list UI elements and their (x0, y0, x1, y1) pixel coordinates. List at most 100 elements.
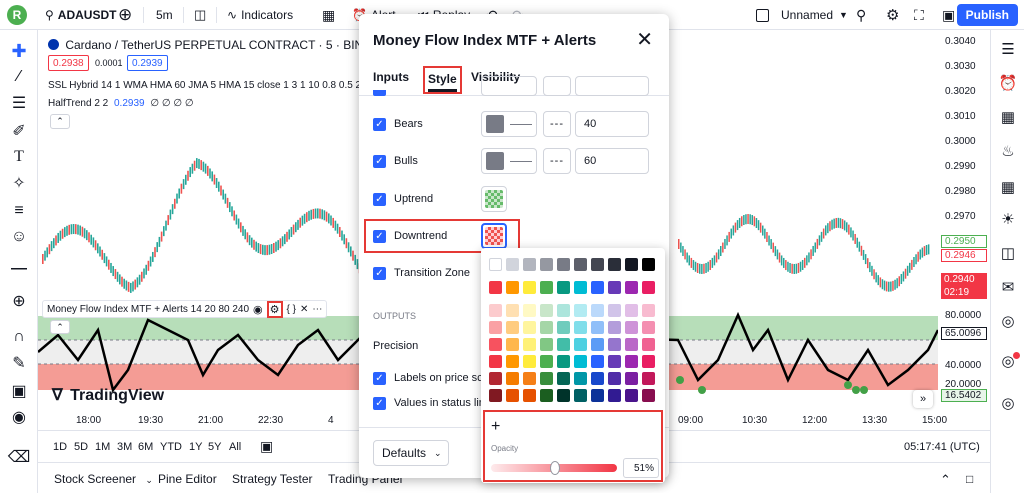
utc-clock[interactable]: 05:17:41 (UTC) (904, 441, 980, 453)
pencil-lock-icon[interactable]: ✎ (8, 352, 30, 374)
palette-color-swatch[interactable] (608, 355, 621, 368)
gear-icon[interactable]: ⚙ (886, 0, 899, 30)
palette-color-swatch[interactable] (625, 355, 638, 368)
downtrend-color-button[interactable] (481, 223, 507, 249)
palette-color-swatch[interactable] (608, 372, 621, 385)
transition-checkbox[interactable]: ✓ (373, 266, 386, 280)
range-ytd[interactable]: YTD (160, 441, 182, 453)
chat-icon[interactable]: ✉ (997, 276, 1019, 298)
palette-color-swatch[interactable] (489, 372, 502, 385)
palette-color-swatch[interactable] (506, 355, 519, 368)
layout-button[interactable]: Unnamed ▼ (756, 0, 848, 30)
fullscreen-icon[interactable]: ⛶ (914, 0, 924, 30)
palette-color-swatch[interactable] (489, 355, 502, 368)
palette-color-swatch[interactable] (523, 258, 536, 271)
checkbox-partial[interactable] (373, 90, 386, 96)
range-1m[interactable]: 1M (95, 441, 110, 453)
settings-gear-icon[interactable]: ⚙ (266, 300, 283, 318)
palette-color-swatch[interactable] (574, 258, 587, 271)
bears-line-style-button[interactable]: --- (543, 111, 571, 137)
palette-color-swatch[interactable] (540, 281, 553, 294)
collapse-pane-icon[interactable]: ⌃ (50, 320, 70, 334)
tab-strategy-tester[interactable]: Strategy Tester (232, 472, 312, 486)
palette-color-swatch[interactable] (625, 372, 638, 385)
palette-color-swatch[interactable] (557, 372, 570, 385)
palette-color-swatch[interactable] (540, 321, 553, 334)
palette-color-swatch[interactable] (591, 355, 604, 368)
palette-color-swatch[interactable] (506, 321, 519, 334)
palette-color-swatch[interactable] (608, 258, 621, 271)
palette-color-swatch[interactable] (625, 281, 638, 294)
palette-color-swatch[interactable] (625, 258, 638, 271)
palette-color-swatch[interactable] (642, 281, 655, 294)
horizontal-lines-icon[interactable]: ☰ (8, 92, 30, 114)
palette-color-swatch[interactable] (574, 372, 587, 385)
user-avatar[interactable]: R (7, 5, 27, 25)
palette-color-swatch[interactable] (523, 389, 536, 402)
hotlist-icon[interactable]: ♨ (997, 140, 1019, 162)
palette-color-swatch[interactable] (574, 304, 587, 317)
palette-color-swatch[interactable] (523, 321, 536, 334)
palette-color-swatch[interactable] (489, 281, 502, 294)
palette-color-swatch[interactable] (591, 389, 604, 402)
uptrend-color-button[interactable] (481, 186, 507, 212)
values-checkbox[interactable]: ✓ (373, 396, 386, 410)
close-icon[interactable]: ✕ (300, 304, 308, 315)
range-6m[interactable]: 6M (138, 441, 153, 453)
palette-color-swatch[interactable] (642, 355, 655, 368)
palette-color-swatch[interactable] (642, 258, 655, 271)
range-3m[interactable]: 3M (117, 441, 132, 453)
palette-color-swatch[interactable] (506, 338, 519, 351)
ideas-icon[interactable]: ☀ (997, 208, 1019, 230)
opacity-slider-handle[interactable] (550, 461, 561, 475)
palette-color-swatch[interactable] (523, 372, 536, 385)
lock-icon[interactable]: ▣ (8, 380, 30, 402)
range-1y[interactable]: 1Y (189, 441, 202, 453)
labels-checkbox[interactable]: ✓ (373, 371, 386, 385)
range-5d[interactable]: 5D (74, 441, 88, 453)
palette-color-swatch[interactable] (489, 321, 502, 334)
bulls-line-style-button[interactable]: --- (543, 148, 571, 174)
close-icon[interactable]: ✕ (636, 30, 653, 50)
notifications-icon[interactable]: ◎ (997, 392, 1019, 414)
smiley-icon[interactable]: ☺ (8, 226, 30, 248)
defaults-dropdown[interactable]: Defaults ⌄ (373, 440, 449, 466)
palette-color-swatch[interactable] (540, 304, 553, 317)
palette-color-swatch[interactable] (506, 258, 519, 271)
buy-button[interactable]: 0.2939 (127, 55, 168, 71)
palette-color-swatch[interactable] (557, 258, 570, 271)
watchlist-icon[interactable]: ☰ (997, 38, 1019, 60)
palette-color-swatch[interactable] (608, 321, 621, 334)
mfi-indicator-header[interactable]: Money Flow Index MTF + Alerts 14 20 80 2… (42, 300, 328, 318)
indicator-legend-halftrend[interactable]: HalfTrend 2 2 0.2939 ∅ ∅ ∅ ∅ (48, 98, 194, 109)
palette-color-swatch[interactable] (574, 389, 587, 402)
palette-color-swatch[interactable] (642, 389, 655, 402)
palette-color-swatch[interactable] (489, 304, 502, 317)
trash-icon[interactable]: ⌫ (8, 446, 31, 468)
bulls-level-input[interactable]: 60 (575, 148, 649, 174)
palette-color-swatch[interactable] (608, 389, 621, 402)
publish-button[interactable]: Publish (956, 4, 1018, 26)
zoom-in-icon[interactable]: ⊕ (8, 290, 30, 312)
bears-color-button[interactable] (481, 111, 537, 137)
maximize-panel-icon[interactable]: □ (966, 472, 973, 486)
interval-button[interactable]: 5m (156, 0, 173, 30)
palette-color-swatch[interactable] (642, 304, 655, 317)
ruler-icon[interactable]: ⎻ (8, 262, 30, 284)
palette-color-swatch[interactable] (523, 281, 536, 294)
more-icon[interactable]: ⋯ (312, 304, 322, 315)
add-custom-color-icon[interactable]: + (491, 418, 500, 436)
line-style-button[interactable] (543, 76, 571, 96)
palette-color-swatch[interactable] (591, 372, 604, 385)
palette-color-swatch[interactable] (540, 389, 553, 402)
palette-color-swatch[interactable] (540, 355, 553, 368)
bears-checkbox[interactable]: ✓ (373, 117, 386, 131)
palette-color-swatch[interactable] (574, 281, 587, 294)
palette-color-swatch[interactable] (540, 338, 553, 351)
calendar-icon[interactable]: ▦ (997, 176, 1019, 198)
collapse-legend-icon[interactable]: ⌃ (50, 114, 70, 129)
downtrend-checkbox[interactable]: ✓ (373, 229, 386, 243)
data-window-icon[interactable]: ▦ (997, 106, 1019, 128)
palette-color-swatch[interactable] (557, 389, 570, 402)
magnet-icon[interactable]: ∩ (8, 326, 30, 348)
